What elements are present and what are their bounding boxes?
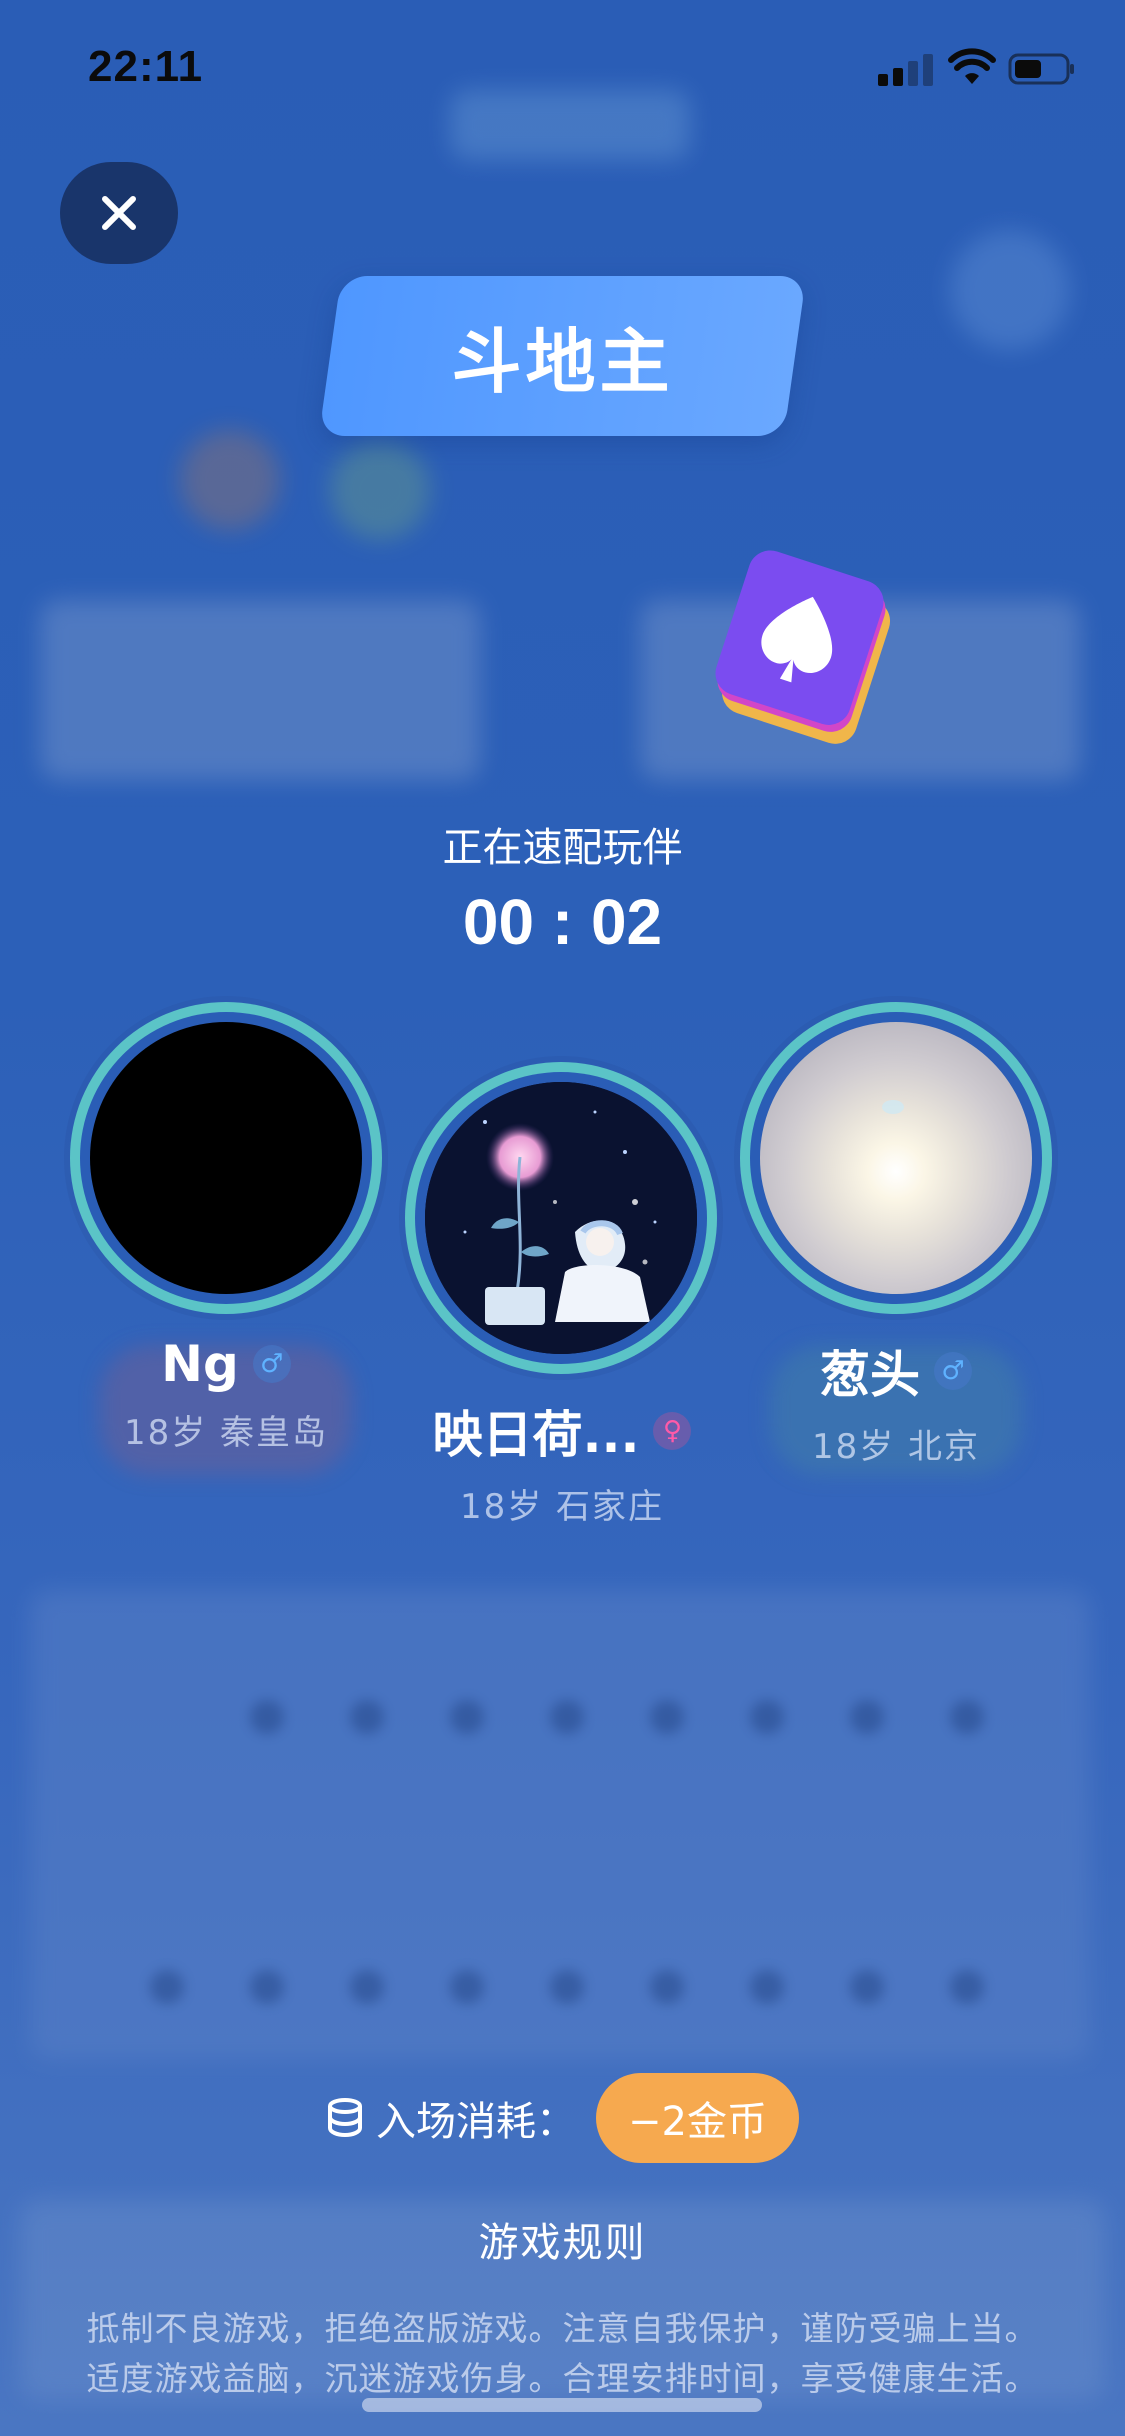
status-bar: 22:11 [0, 0, 1125, 140]
player-name: 葱头 [820, 1346, 920, 1404]
health-notice-line: 适度游戏益脑，沉迷游戏伤身。合理安排时间，享受健康生活。 [86, 2359, 1039, 2398]
avatar-photo [760, 1022, 1032, 1294]
player-avatar[interactable] [405, 1062, 717, 1374]
entry-cost-badge: −2金币 [596, 2073, 799, 2163]
matching-screen: 22:11 斗地主 正在速配玩伴 00: 02 Ng ♂ 18岁 秦皇岛 映日… [0, 0, 1125, 2436]
player-name: Ng [161, 1335, 239, 1393]
male-gender-icon: ♂ [934, 1352, 972, 1390]
player-name-row: 葱头 ♂ [820, 1335, 972, 1407]
coins-stack-icon [328, 2098, 363, 2138]
male-gender-icon: ♂ [252, 1345, 291, 1383]
player-name-row: 映日荷... ♀ [433, 1395, 692, 1467]
avatar-photo [425, 1082, 697, 1354]
player-name-row: Ng ♂ [161, 1335, 291, 1393]
health-notice-line: 抵制不良游戏，拒绝盗版游戏。注意自我保护，谨防受骗上当。 [86, 2309, 1039, 2348]
matching-timer: 00 : 02 [462, 886, 663, 958]
player-card: 葱头 ♂ 18岁 北京 [740, 1335, 1052, 1475]
cellular-signal-icon [878, 52, 934, 86]
avatar-photo [90, 1022, 362, 1294]
game-rules-link[interactable]: 游戏规则 [0, 2210, 1125, 2268]
battery-icon [1008, 53, 1074, 85]
close-button[interactable] [60, 162, 178, 264]
entry-fee-row: 入场消耗： −2金币 [0, 2072, 1125, 2164]
entry-fee-text: 入场消耗： [376, 2099, 577, 2145]
home-indicator[interactable] [362, 2398, 762, 2412]
player-name: 映日荷... [432, 1406, 640, 1464]
close-icon [102, 196, 136, 230]
game-title: 斗地主 [451, 320, 674, 403]
wifi-icon [948, 48, 996, 84]
matching-label: 正在速配玩伴 [442, 825, 683, 871]
player-info: 18岁 北京 [811, 1427, 981, 1467]
entry-fee-label: 入场消耗： [326, 2089, 576, 2147]
female-gender-icon: ♀ [653, 1412, 692, 1450]
player-avatar[interactable] [70, 1002, 382, 1314]
player-card: 映日荷... ♀ 18岁 石家庄 [392, 1395, 732, 1528]
player-info: 18岁 石家庄 [459, 1487, 665, 1527]
spade-card-icon [715, 550, 891, 744]
player-avatar[interactable] [740, 1002, 1052, 1314]
status-time: 22:11 [88, 42, 204, 91]
player-card: Ng ♂ 18岁 秦皇岛 [70, 1335, 382, 1475]
player-info: 18岁 秦皇岛 [123, 1413, 329, 1453]
